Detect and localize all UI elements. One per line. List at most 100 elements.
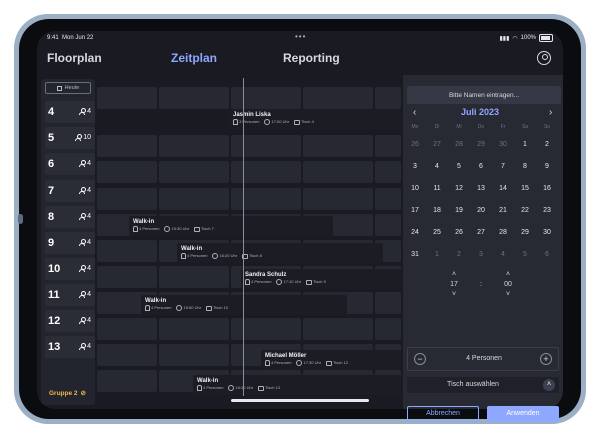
- table-number: 13: [48, 341, 61, 353]
- battery-icon: [539, 34, 553, 42]
- person-icon: [75, 134, 82, 141]
- table-capacity: 10: [75, 134, 91, 141]
- tab-zeitplan[interactable]: Zeitplan: [171, 51, 217, 65]
- group-item[interactable]: Gruppe 2 ⊘: [45, 384, 95, 402]
- reservation-name: Michael Möller: [265, 353, 307, 359]
- today-label: Heute: [64, 85, 80, 91]
- table-icon: [258, 385, 265, 391]
- table-capacity: 4: [79, 187, 91, 194]
- reservation-table: Tisch 8: [249, 253, 262, 259]
- timeline-row: [97, 161, 401, 183]
- person-icon: [197, 385, 202, 391]
- capacity-value: 4: [87, 213, 91, 220]
- profile-icon[interactable]: [537, 51, 551, 65]
- reservation-jasmin-liska[interactable]: Jasmin Liska 3 Personen 17:00 Uhr Tisch 4: [229, 109, 401, 129]
- signal-icon: ▮▮▮: [499, 35, 510, 42]
- table-row-9[interactable]: 94: [45, 232, 95, 254]
- capacity-value: 4: [87, 317, 91, 324]
- link-off-icon: ⊘: [80, 390, 86, 397]
- table-number: 10: [48, 263, 61, 275]
- reservation-table: Tisch 7: [201, 226, 214, 232]
- person-icon: [133, 226, 138, 232]
- capacity-value: 4: [87, 265, 91, 272]
- table-capacity: 4: [79, 108, 91, 115]
- table-row-12[interactable]: 12 4: [45, 310, 95, 332]
- table-number: 12: [48, 315, 61, 327]
- table-row-6[interactable]: 64: [45, 153, 95, 175]
- table-icon: [306, 279, 313, 285]
- battery-label: 100%: [520, 35, 536, 41]
- table-row-13[interactable]: 13 4: [45, 336, 95, 358]
- table-number: 6: [48, 158, 55, 170]
- today-button[interactable]: Heute: [45, 82, 91, 94]
- table-capacity: 4: [79, 213, 91, 220]
- reservation-walk-in-tisch-10[interactable]: Walk-in 4 Personen 15:50 Uhr Tisch 10: [141, 295, 347, 315]
- timeline-row: [97, 188, 401, 210]
- table-icon: [326, 360, 333, 366]
- capacity-value: 4: [87, 343, 91, 350]
- reservation-persons: 4 Personen: [151, 305, 172, 311]
- reservation-name: Sandra Schulz: [245, 272, 287, 278]
- table-row-7[interactable]: 74: [45, 180, 95, 202]
- table-number: 11: [48, 289, 60, 301]
- status-bar: 9:41 Mon Jun 22 ••• ▮▮▮ ◠ 100%: [37, 31, 563, 45]
- person-icon: [79, 239, 86, 246]
- capacity-value: 4: [87, 187, 91, 194]
- table-row-11[interactable]: 11 4: [45, 284, 95, 306]
- clock-icon: [176, 305, 183, 311]
- reservation-meta: 4 Personen 16:30 Uhr Tisch 13: [197, 385, 397, 391]
- cancel-button[interactable]: Abbrechen: [407, 406, 479, 422]
- person-icon: [79, 291, 86, 298]
- table-number: 7: [48, 185, 55, 197]
- table-icon: [194, 226, 201, 232]
- table-capacity: 4: [79, 265, 91, 272]
- home-indicator[interactable]: [231, 399, 369, 402]
- reservation-time: 17:00 Uhr: [271, 119, 290, 125]
- reservation-persons: 4 Personen: [139, 226, 160, 232]
- clock-icon: [276, 279, 283, 285]
- person-icon: [79, 343, 86, 350]
- table-row-8[interactable]: 84: [45, 206, 95, 228]
- reservation-name: Walk-in: [145, 298, 167, 304]
- person-icon: [79, 265, 86, 272]
- timeline-row: [97, 87, 401, 109]
- status-indicators: ▮▮▮ ◠ 100%: [499, 34, 553, 42]
- reservation-name: Walk-in: [133, 219, 155, 225]
- capacity-value: 4: [87, 239, 91, 246]
- table-row-5[interactable]: 5 10: [45, 127, 95, 149]
- clock-icon: [164, 226, 171, 232]
- person-icon: [79, 108, 86, 115]
- apply-button[interactable]: Anwenden: [487, 406, 559, 422]
- calendar-icon: [56, 85, 62, 91]
- reservation-michael-moeller[interactable]: Michael Möller 4 Personen 17:30 Uhr Tisch …: [261, 350, 401, 370]
- wifi-icon: ◠: [512, 35, 518, 42]
- reservation-time: 17:10 Uhr: [283, 279, 302, 285]
- table-capacity: 4: [79, 239, 91, 246]
- multitask-dots[interactable]: •••: [295, 32, 306, 41]
- reservation-time: 17:30 Uhr: [303, 360, 322, 366]
- form-actions: Abbrechen Anwenden: [403, 75, 563, 422]
- reservation-meta: 3 Personen 17:00 Uhr Tisch 4: [233, 119, 397, 125]
- reservation-persons: 4 Personen: [187, 253, 208, 259]
- table-number: 5: [48, 132, 55, 144]
- reservation-sandra-schulz[interactable]: Sandra Schulz 4 Personen 17:10 Uhr Tisch 9: [241, 269, 401, 289]
- reservation-time: 16:20 Uhr: [219, 253, 238, 259]
- table-capacity: 4: [79, 291, 91, 298]
- reservation-meta: 4 Personen 17:30 Uhr Tisch 12: [265, 360, 397, 366]
- reservation-time: 16:30 Uhr: [235, 385, 254, 391]
- tab-floorplan[interactable]: Floorplan: [47, 51, 102, 65]
- reservation-meta: 4 Personen 16:20 Uhr Tisch 8: [181, 253, 379, 259]
- reservation-walk-in-tisch-7[interactable]: Walk-in 4 Personen 15:30 Uhr Tisch 7: [129, 216, 333, 236]
- top-navigation: Floorplan Zeitplan Reporting: [37, 45, 563, 75]
- person-icon: [79, 187, 86, 194]
- reservation-name: Walk-in: [197, 378, 219, 384]
- reservation-persons: 4 Personen: [271, 360, 292, 366]
- table-row-4[interactable]: 44: [45, 101, 95, 123]
- table-row-10[interactable]: 10 4: [45, 258, 95, 280]
- table-number: 8: [48, 211, 55, 223]
- tab-reporting[interactable]: Reporting: [283, 51, 340, 65]
- reservation-walk-in-tisch-13[interactable]: Walk-in 4 Personen 16:30 Uhr Tisch 13: [193, 375, 401, 395]
- table-number: 4: [48, 106, 55, 118]
- clock-icon: [264, 119, 271, 125]
- reservation-walk-in-tisch-8[interactable]: Walk-in 4 Personen 16:20 Uhr Tisch 8: [177, 243, 383, 263]
